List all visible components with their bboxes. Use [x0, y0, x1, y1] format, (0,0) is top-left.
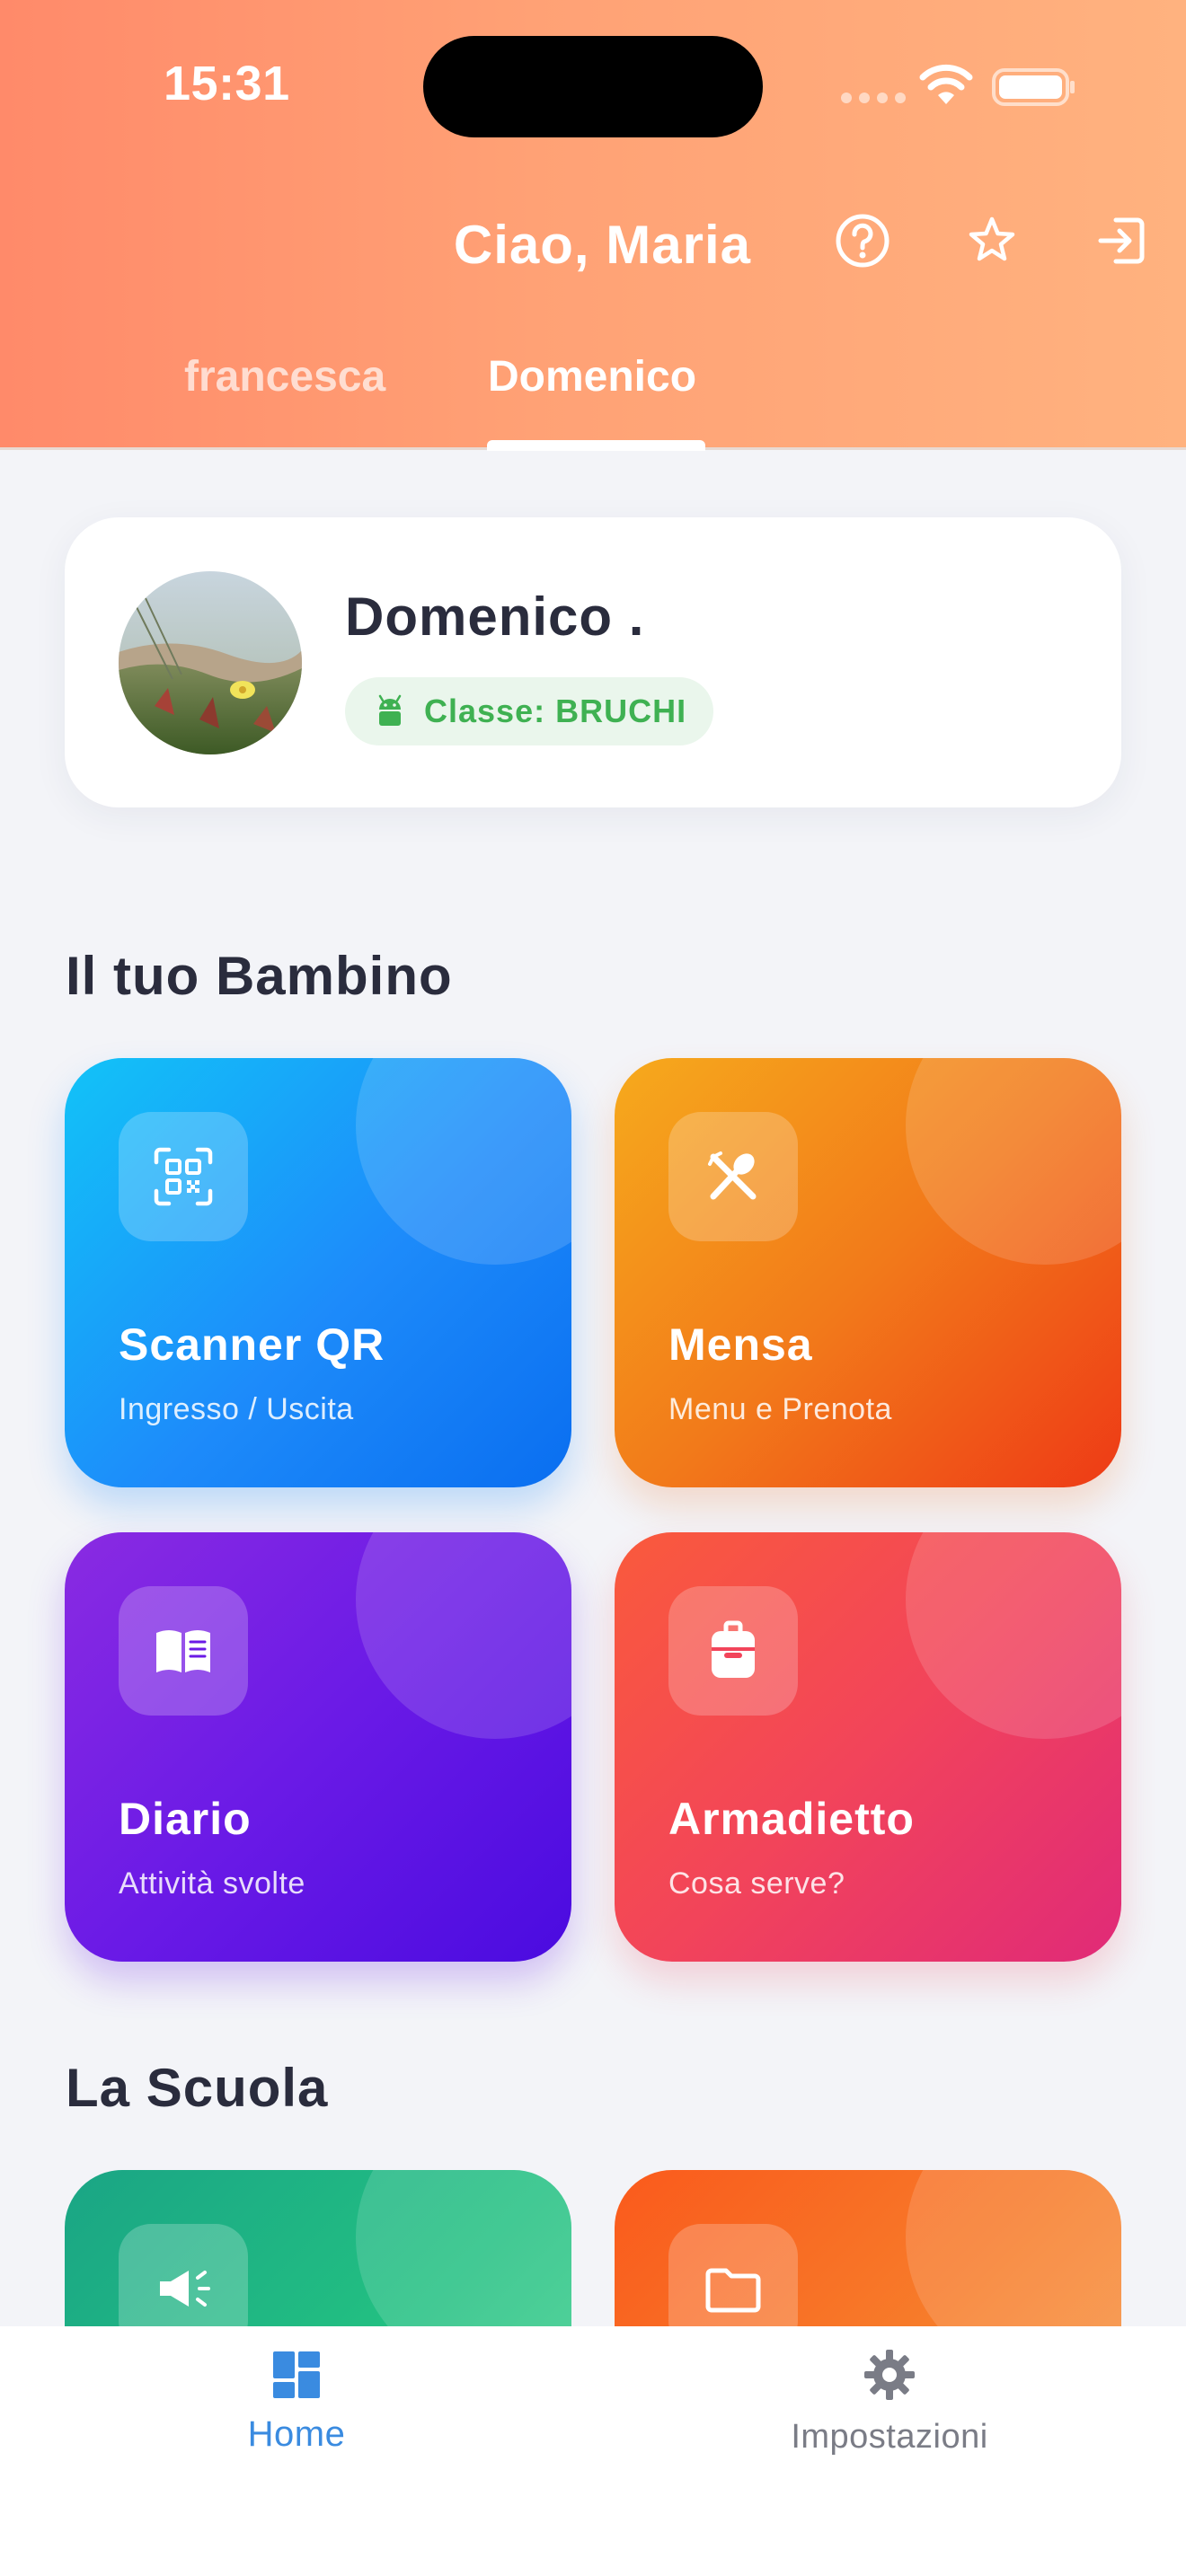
backpack-icon: [712, 1620, 755, 1678]
tile-title: Diario: [119, 1794, 252, 1844]
tile-subtitle: Cosa serve?: [668, 1866, 845, 1901]
bottom-navigation: Home Impostazioni: [0, 2326, 1186, 2576]
tile-subtitle: Attività svolte: [119, 1866, 305, 1901]
tile-title: Armadietto: [668, 1794, 915, 1844]
tile-subtitle: Ingresso / Uscita: [119, 1392, 354, 1426]
greeting-title: Ciao, Maria: [453, 215, 751, 275]
gear-icon: [864, 2350, 915, 2400]
utensils-icon: [708, 1151, 757, 1200]
child-profile-card[interactable]: Domenico . Classe: BRUCHI: [65, 517, 1121, 807]
class-label: Classe: BRUCHI: [424, 693, 687, 729]
nav-settings-label: Impostazioni: [791, 2418, 988, 2456]
logout-icon[interactable]: [1093, 212, 1150, 269]
tile-title: Scanner QR: [119, 1319, 385, 1370]
tab-domenico[interactable]: Domenico: [488, 352, 696, 401]
help-icon[interactable]: [834, 212, 891, 269]
tile-subtitle: Menu e Prenota: [668, 1392, 892, 1426]
status-time: 15:31: [164, 57, 290, 110]
avatar: [119, 571, 302, 754]
nav-home-label: Home: [247, 2414, 346, 2454]
active-tab-indicator: [487, 440, 705, 451]
wifi-icon: [919, 64, 973, 104]
app-header: 15:31 Ciao, Maria francesca Domenico: [0, 0, 1186, 451]
book-icon: [156, 1630, 210, 1672]
dynamic-island: [423, 36, 763, 137]
qr-scan-icon: [154, 1147, 213, 1206]
scanner-qr-tile[interactable]: Scanner QR Ingresso / Uscita: [65, 1058, 571, 1487]
armadietto-tile[interactable]: Armadietto Cosa serve?: [615, 1532, 1121, 1962]
class-badge: Classe: BRUCHI: [345, 677, 714, 745]
megaphone-icon: [160, 2271, 210, 2307]
nav-home[interactable]: Home: [108, 2348, 485, 2455]
cellular-signal-icon: [841, 93, 906, 103]
dashboard-icon: [273, 2351, 320, 2398]
child-name: Domenico .: [345, 587, 645, 647]
battery-icon: [992, 68, 1075, 106]
tab-francesca[interactable]: francesca: [184, 352, 385, 401]
diario-tile[interactable]: Diario Attività svolte: [65, 1532, 571, 1962]
section-title-school: La Scuola: [66, 2058, 329, 2118]
section-title-child: Il tuo Bambino: [66, 946, 453, 1006]
star-icon[interactable]: [963, 212, 1021, 269]
android-icon: [378, 694, 402, 726]
tile-title: Mensa: [668, 1319, 813, 1370]
mensa-tile[interactable]: Mensa Menu e Prenota: [615, 1058, 1121, 1487]
nav-settings[interactable]: Impostazioni: [701, 2348, 1078, 2457]
folder-icon: [705, 2268, 761, 2313]
